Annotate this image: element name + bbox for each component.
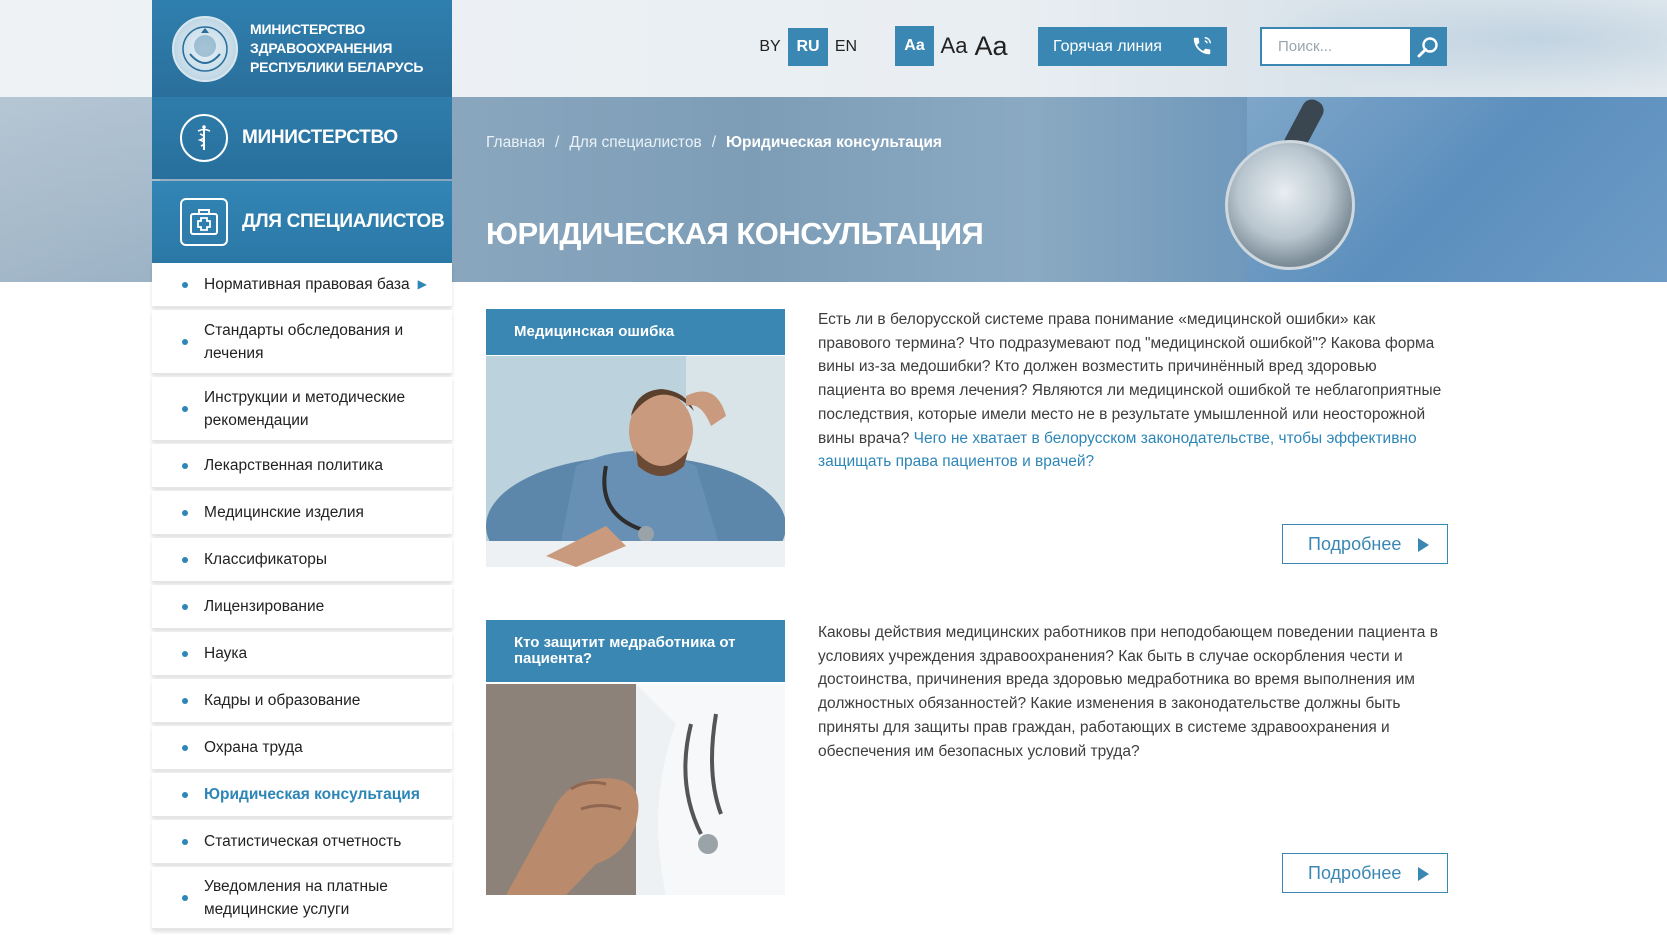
sidebar-subnav: Нормативная правовая база ▶ Стандарты об…: [152, 263, 452, 932]
sidebar-item-statistics[interactable]: Статистическая отчетность: [152, 820, 452, 864]
hotline-label: Горячая линия: [1053, 37, 1162, 55]
sidebar-item-legal-base[interactable]: Нормативная правовая база ▶: [152, 263, 452, 307]
site-logo[interactable]: МИНИСТЕРСТВО ЗДРАВООХРАНЕНИЯ РЕСПУБЛИКИ …: [152, 0, 452, 97]
more-button-medical-error[interactable]: Подробнее: [1282, 524, 1448, 564]
sidebar-item-drug-policy[interactable]: Лекарственная политика: [152, 444, 452, 488]
sidebar-item-standards[interactable]: Стандарты обследования и лечения: [152, 310, 452, 374]
font-size-large[interactable]: Aa: [972, 26, 1010, 66]
sidebar-item-legal-consultation[interactable]: Юридическая консультация: [152, 773, 452, 817]
sidebar-item-science[interactable]: Наука: [152, 632, 452, 676]
nav-specialists[interactable]: Для специалистов: [152, 181, 452, 263]
sidebar-item-paid-services[interactable]: Уведомления на платные медицинские услуг…: [152, 867, 452, 929]
sidebar-item-licensing[interactable]: Лицензирование: [152, 585, 452, 629]
article-image-fist[interactable]: [486, 684, 785, 895]
search-input[interactable]: [1262, 29, 1410, 64]
sidebar-item-staff-education[interactable]: Кадры и образование: [152, 679, 452, 723]
lang-by[interactable]: BY: [752, 28, 788, 66]
lang-en[interactable]: EN: [828, 28, 864, 66]
caduceus-icon: [180, 114, 228, 162]
article-image-doctor[interactable]: [486, 356, 785, 567]
sidebar-item-classifiers[interactable]: Классификаторы: [152, 538, 452, 582]
nav-ministry-label: Министерство: [242, 127, 398, 148]
sidebar-item-instructions[interactable]: Инструкции и методические рекомендации: [152, 377, 452, 441]
article-title-protect-worker[interactable]: Кто защитит медработника от пациента?: [486, 620, 785, 682]
nav-specialists-label: Для специалистов: [242, 211, 445, 232]
article-text-protect-worker: Каковы действия медицинских работников п…: [818, 624, 1438, 760]
phone-icon: [1191, 35, 1213, 63]
more-button-protect-worker[interactable]: Подробнее: [1282, 853, 1448, 893]
font-size-medium[interactable]: Aa: [938, 26, 970, 66]
lang-ru[interactable]: RU: [788, 28, 828, 66]
breadcrumb-home[interactable]: Главная: [486, 134, 545, 152]
nav-ministry[interactable]: Министерство: [152, 97, 452, 179]
stethoscope-chestpiece: [1225, 140, 1355, 270]
hotline-button[interactable]: Горячая линия: [1038, 27, 1227, 66]
medical-kit-icon: [180, 198, 228, 246]
breadcrumb-specialists[interactable]: Для специалистов: [569, 134, 701, 152]
search-button[interactable]: [1410, 29, 1445, 64]
play-arrow-icon: [1418, 867, 1429, 881]
font-size-small[interactable]: Aa: [895, 26, 934, 66]
sidebar-item-labor-protection[interactable]: Охрана труда: [152, 726, 452, 770]
coat-of-arms-icon: [172, 15, 238, 82]
search-box: [1260, 27, 1447, 66]
page-title: Юридическая консультация: [486, 216, 984, 251]
logo-title: МИНИСТЕРСТВО ЗДРАВООХРАНЕНИЯ РЕСПУБЛИКИ …: [250, 21, 424, 75]
breadcrumb-current: Юридическая консультация: [726, 134, 942, 151]
article-title-medical-error[interactable]: Медицинская ошибка: [486, 309, 785, 355]
page: МИНИСТЕРСТВО ЗДРАВООХРАНЕНИЯ РЕСПУБЛИКИ …: [0, 0, 1667, 935]
search-icon: [1417, 36, 1438, 57]
sidebar-item-medical-devices[interactable]: Медицинские изделия: [152, 491, 452, 535]
article-text-medical-error: Есть ли в белорусской системе права пони…: [818, 311, 1442, 471]
play-arrow-icon: [1418, 538, 1429, 552]
chevron-right-icon: ▶: [417, 277, 427, 291]
breadcrumb: Главная / Для специалистов / Юридическая…: [486, 134, 942, 152]
